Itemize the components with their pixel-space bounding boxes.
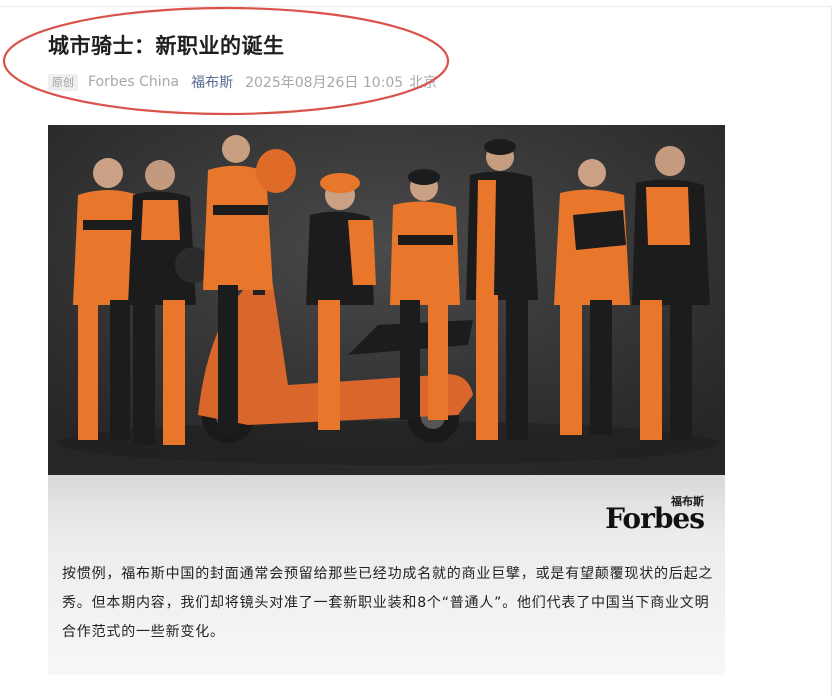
- article: 城市骑士：新职业的诞生 原创 Forbes China 福布斯 2025年08月…: [0, 0, 832, 696]
- account-link[interactable]: 福布斯: [191, 72, 233, 92]
- forbes-logo: 福布斯 Forbes: [605, 493, 716, 537]
- red-annotation-ellipse: [2, 6, 450, 116]
- article-title: 城市骑士：新职业的诞生: [48, 34, 285, 58]
- forbes-logo-en: Forbes: [605, 502, 705, 535]
- article-meta: 原创 Forbes China 福布斯 2025年08月26日 10:05 北京: [48, 72, 437, 92]
- publish-location: 北京: [409, 75, 438, 91]
- author-name: Forbes China: [88, 74, 180, 90]
- original-tag: 原创: [48, 73, 78, 91]
- intro-paragraph: 按惯例，福布斯中国的封面通常会预留给那些已经功成名就的商业巨擘，或是有望颠覆现状…: [62, 566, 714, 640]
- publish-date: 2025年08月26日 10:05: [245, 75, 404, 91]
